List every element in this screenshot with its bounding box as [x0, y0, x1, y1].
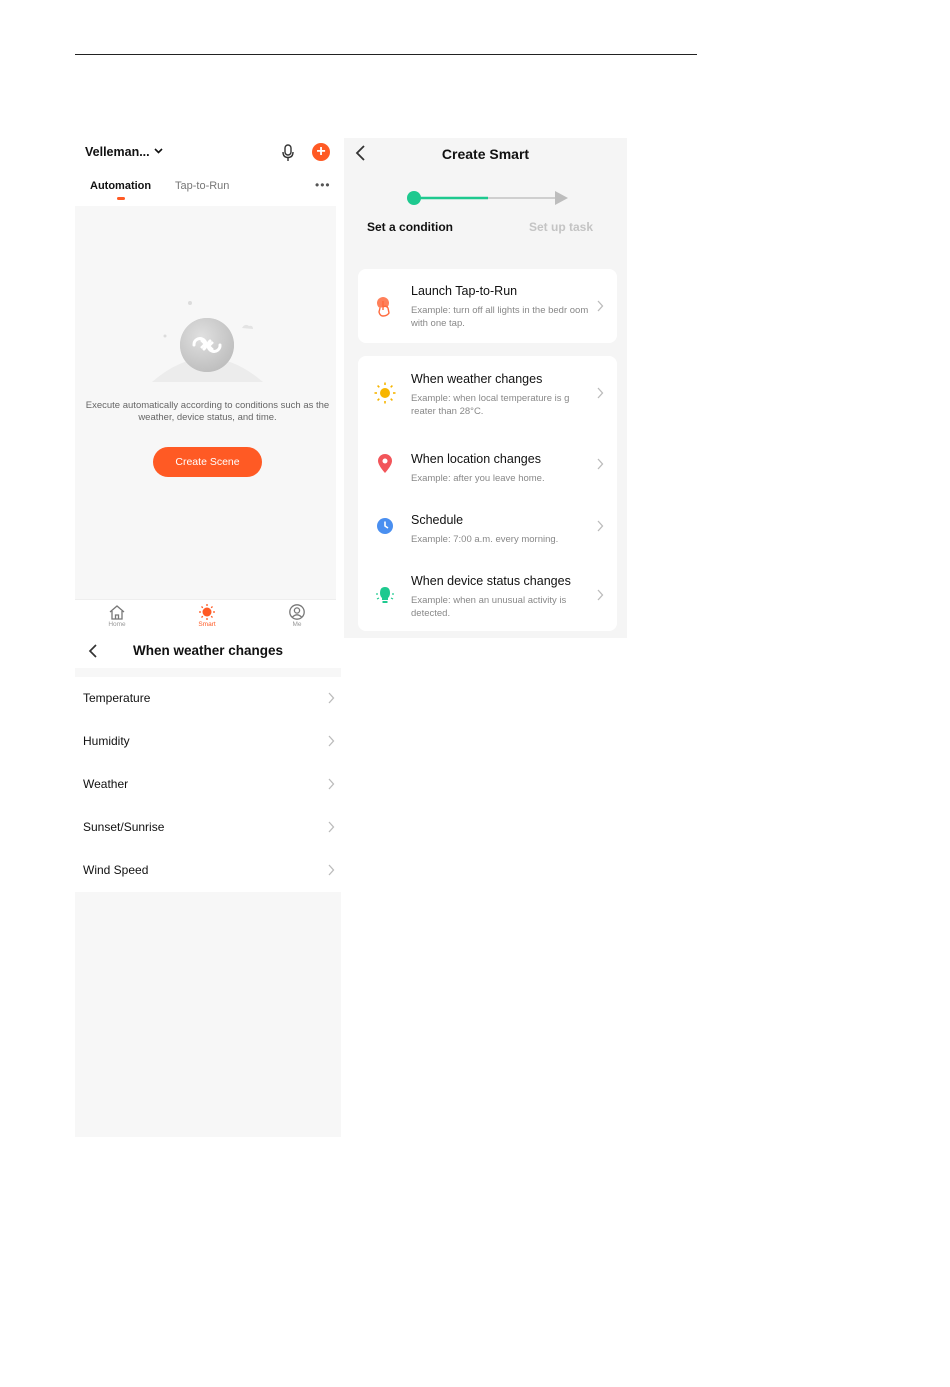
- add-icon[interactable]: +: [312, 143, 330, 161]
- condition-weather-changes[interactable]: When weather changes Example: when local…: [358, 356, 617, 434]
- condition-launch-tap-to-run[interactable]: Launch Tap-to-Run Example: turn off all …: [358, 269, 617, 343]
- list-item-sunset-sunrise[interactable]: Sunset/Sunrise: [75, 806, 341, 849]
- chevron-right-icon: [597, 300, 604, 312]
- automation-illustration: [152, 301, 263, 382]
- smart-header: Velleman... + Automation Tap-to-Run •••: [75, 138, 336, 206]
- list-item-wind-speed[interactable]: Wind Speed: [75, 849, 341, 892]
- nav-me-label: Me: [292, 621, 302, 628]
- chevron-down-icon: [154, 148, 163, 154]
- smart-screen: Velleman... + Automation Tap-to-Run •••: [75, 138, 336, 638]
- list-item-label: Weather: [83, 777, 129, 791]
- create-smart-screen: Create Smart Set a condition Set up task…: [344, 138, 627, 638]
- bottom-navigation: Home Smart Me: [75, 599, 336, 638]
- condition-title: When weather changes: [411, 372, 543, 386]
- home-selector[interactable]: Velleman...: [85, 145, 163, 159]
- weather-condition-list: Temperature Humidity Weather Sunset/Sunr…: [75, 677, 341, 892]
- profile-icon: [289, 604, 305, 620]
- step-progress-indicator: [407, 191, 568, 205]
- list-item-temperature[interactable]: Temperature: [75, 677, 341, 720]
- chevron-right-icon: [328, 864, 335, 876]
- condition-title: When location changes: [411, 452, 541, 466]
- condition-title: Launch Tap-to-Run: [411, 284, 518, 298]
- list-item-label: Temperature: [83, 691, 151, 705]
- chevron-right-icon: [597, 458, 604, 470]
- clock-icon: [377, 518, 393, 534]
- condition-card-tap-to-run: Launch Tap-to-Run Example: turn off all …: [358, 269, 617, 343]
- condition-desc: Example: turn off all lights in the bedr…: [411, 305, 589, 329]
- list-item-humidity[interactable]: Humidity: [75, 720, 341, 763]
- condition-desc: Example: when local temperature is g rea…: [411, 393, 570, 417]
- weather-header: When weather changes: [75, 638, 341, 668]
- step-set-up-task: Set up task: [529, 220, 594, 234]
- smart-sun-icon: [199, 604, 215, 620]
- chevron-right-icon: [597, 520, 604, 532]
- condition-title: When device status changes: [411, 574, 571, 588]
- condition-location-changes[interactable]: When location changes Example: after you…: [358, 440, 617, 494]
- tab-tap-to-run[interactable]: Tap-to-Run: [175, 180, 229, 192]
- sun-icon: [374, 382, 396, 404]
- chevron-right-icon: [328, 778, 335, 790]
- home-icon: [109, 605, 125, 620]
- empty-state-message: Execute automatically according to condi…: [85, 400, 330, 423]
- condition-device-status-changes[interactable]: When device status changes Example: when…: [358, 562, 617, 628]
- chevron-right-icon: [328, 735, 335, 747]
- chevron-right-icon: [597, 589, 604, 601]
- condition-desc: Example: after you leave home.: [411, 473, 545, 484]
- page-top-rule: [75, 54, 697, 55]
- list-item-weather[interactable]: Weather: [75, 763, 341, 806]
- microphone-icon[interactable]: [280, 144, 296, 162]
- more-icon[interactable]: •••: [315, 178, 331, 192]
- device-bulb-icon: [376, 587, 394, 603]
- create-scene-button[interactable]: Create Scene: [153, 447, 262, 477]
- list-item-label: Humidity: [83, 734, 130, 748]
- nav-smart-label: Smart: [198, 621, 216, 628]
- page-title: Create Smart: [441, 146, 530, 162]
- condition-title: Schedule: [411, 513, 464, 527]
- nav-smart[interactable]: Smart: [177, 604, 237, 628]
- page-title: When weather changes: [132, 643, 284, 658]
- location-pin-icon: [378, 454, 392, 473]
- condition-desc: Example: when an unusual activity is det…: [411, 595, 567, 619]
- chevron-right-icon: [328, 692, 335, 704]
- active-tab-indicator: [117, 197, 125, 200]
- list-item-label: Sunset/Sunrise: [83, 820, 165, 834]
- nav-me[interactable]: Me: [267, 604, 327, 628]
- chevron-right-icon: [597, 387, 604, 399]
- chevron-right-icon: [328, 821, 335, 833]
- list-item-label: Wind Speed: [83, 863, 149, 877]
- automation-empty-state: Execute automatically according to condi…: [75, 206, 336, 599]
- condition-card-group: When weather changes Example: when local…: [358, 356, 617, 631]
- nav-home-label: Home: [108, 621, 126, 628]
- nav-home[interactable]: Home: [87, 604, 147, 628]
- weather-changes-screen: When weather changes Temperature Humidit…: [75, 638, 341, 1137]
- step-set-condition: Set a condition: [367, 220, 454, 234]
- home-name-label: Velleman...: [85, 145, 150, 159]
- condition-schedule[interactable]: Schedule Example: 7:00 a.m. every mornin…: [358, 501, 617, 555]
- tap-hand-icon: [377, 297, 390, 317]
- tab-automation[interactable]: Automation: [90, 180, 151, 192]
- condition-desc: Example: 7:00 a.m. every morning.: [411, 534, 559, 545]
